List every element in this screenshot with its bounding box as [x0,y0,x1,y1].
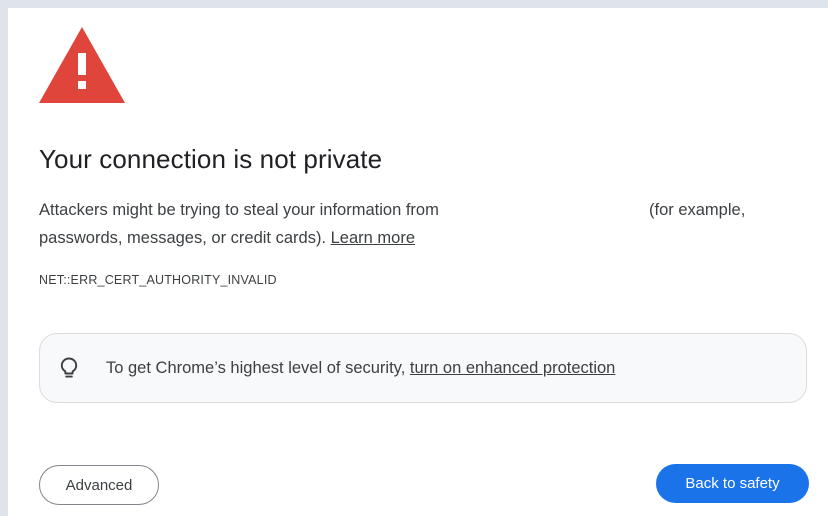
lightbulb-icon [60,357,78,378]
enhanced-protection-text: To get Chrome’s highest level of securit… [106,359,615,378]
advanced-button[interactable]: Advanced [39,465,159,505]
description-line-2: passwords, messages, or credit cards). L… [39,229,415,248]
description-text: passwords, messages, or credit cards). [39,229,327,247]
page-title: Your connection is not private [39,144,383,174]
description-line-1: Attackers might be trying to steal your … [39,201,439,219]
learn-more-link[interactable]: Learn more [331,229,415,247]
enhanced-protection-label: To get Chrome’s highest level of securit… [106,359,406,377]
error-code: NET::ERR_CERT_AUTHORITY_INVALID [39,273,277,287]
back-to-safety-button[interactable]: Back to safety [656,464,809,503]
enhanced-protection-link[interactable]: turn on enhanced protection [410,359,616,377]
description-line-1-continued: (for example, [649,201,746,219]
interstitial-page: Your connection is not private Attackers… [8,8,828,516]
enhanced-protection-banner: To get Chrome’s highest level of securit… [39,333,807,403]
warning-triangle-icon [39,27,125,103]
